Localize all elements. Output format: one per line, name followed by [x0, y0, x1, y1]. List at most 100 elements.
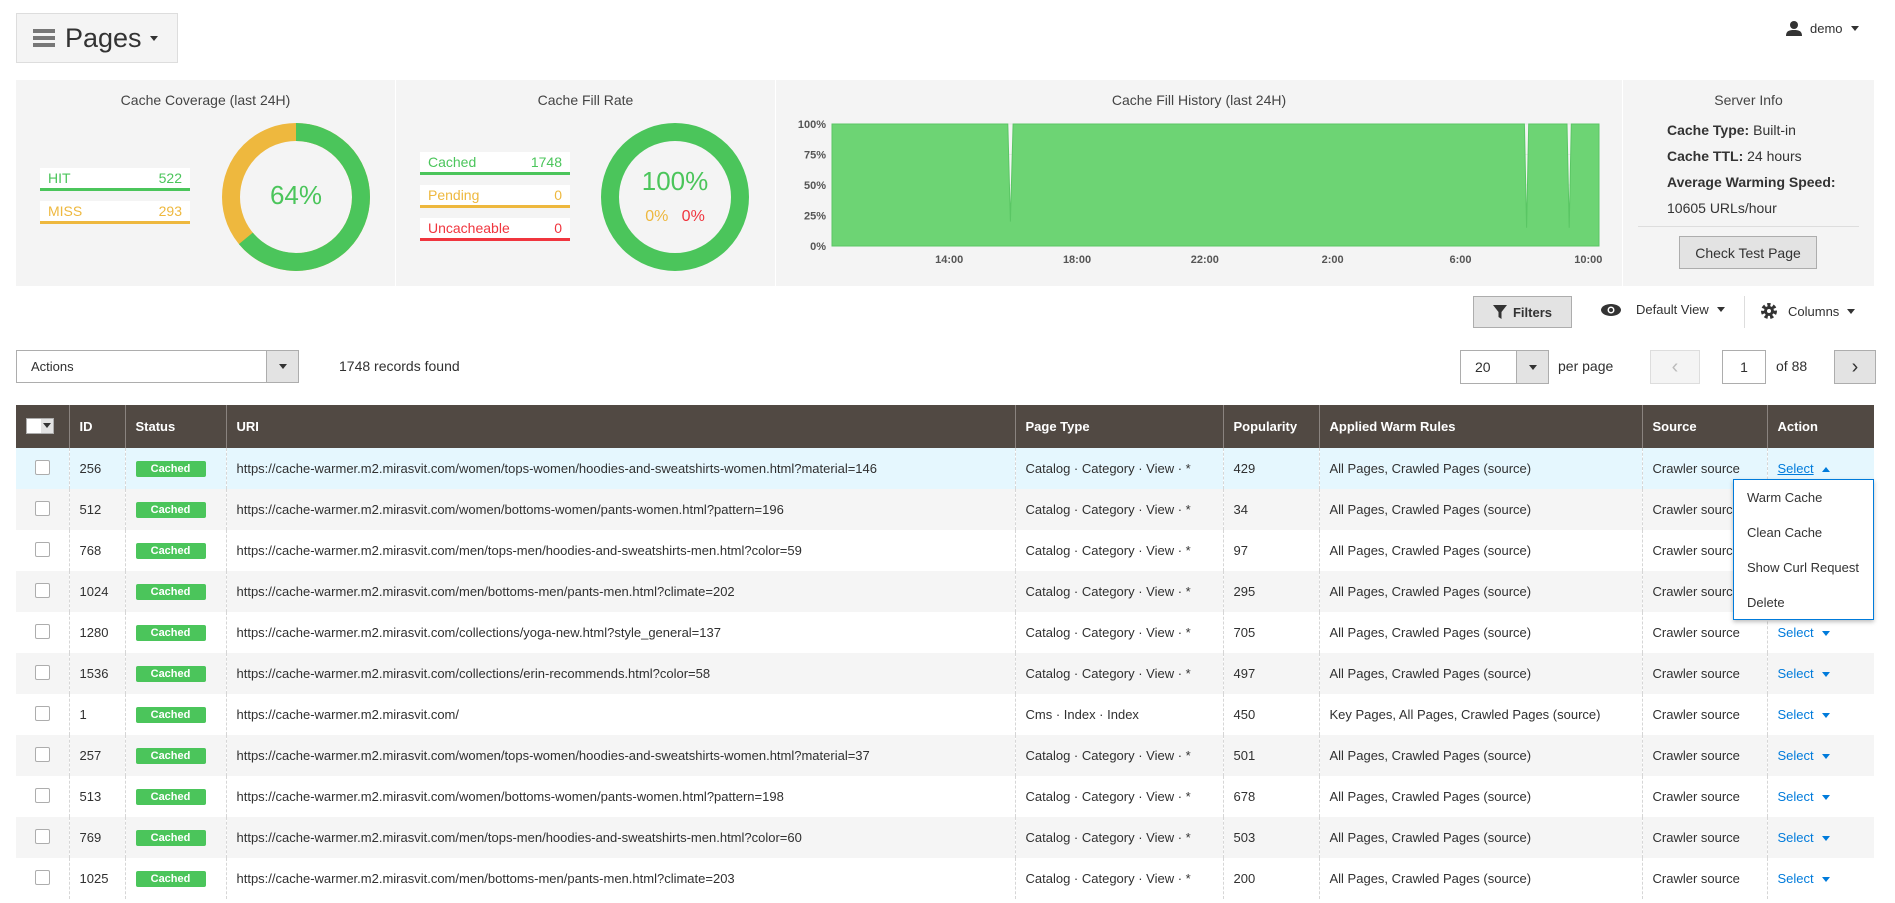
- uncacheable-percent: 0%: [681, 208, 705, 225]
- eye-icon: [1601, 303, 1621, 316]
- row-checkbox[interactable]: [34, 869, 50, 885]
- cell-id: 768: [68, 530, 125, 571]
- row-checkbox[interactable]: [34, 623, 50, 639]
- page-title: Pages: [65, 22, 142, 53]
- select-action-link[interactable]: Select: [1778, 748, 1830, 763]
- select-action-link[interactable]: Select: [1778, 789, 1830, 804]
- status-badge: Cached: [135, 830, 206, 846]
- cell-popularity: 295: [1222, 571, 1319, 612]
- table-row: 1025 Cached https://cache-warmer.m2.mirasv…: [16, 858, 1874, 899]
- select-action-link[interactable]: Select: [1778, 707, 1830, 722]
- cell-warm-rules: All Pages, Crawled Pages (source): [1318, 653, 1642, 694]
- row-checkbox-cell[interactable]: [16, 489, 69, 530]
- caret-down-icon: [1821, 631, 1830, 637]
- cell-popularity: 200: [1222, 858, 1319, 899]
- status-badge: Cached: [135, 543, 206, 559]
- cell-id: 1280: [68, 612, 125, 653]
- column-header-uri[interactable]: URI: [225, 405, 1015, 448]
- row-checkbox[interactable]: [34, 828, 50, 844]
- row-checkbox[interactable]: [34, 459, 50, 475]
- view-selector[interactable]: Default View: [1600, 302, 1725, 317]
- caret-down-icon: [1716, 307, 1725, 312]
- row-checkbox-cell[interactable]: [16, 448, 69, 489]
- row-checkbox[interactable]: [34, 787, 50, 803]
- row-checkbox[interactable]: [34, 746, 50, 762]
- cached-legend: Cached 1748: [420, 152, 570, 175]
- cell-status: Cached: [124, 448, 226, 489]
- next-page-button[interactable]: ›: [1834, 350, 1876, 384]
- fill-rate-sub: 0% 0%: [600, 208, 750, 226]
- row-checkbox[interactable]: [34, 664, 50, 680]
- previous-page-button[interactable]: ‹: [1650, 350, 1700, 384]
- column-header-warm-rules[interactable]: Applied Warm Rules: [1318, 405, 1642, 448]
- caret-down-icon: [1821, 672, 1830, 678]
- row-checkbox-cell[interactable]: [16, 612, 69, 653]
- cell-source: Crawler source: [1641, 858, 1767, 899]
- row-checkbox-cell[interactable]: [16, 653, 69, 694]
- row-checkbox-cell[interactable]: [16, 735, 69, 776]
- select-action-link[interactable]: Select: [1778, 666, 1830, 681]
- dropdown-arrow-icon: [266, 351, 298, 382]
- columns-selector[interactable]: Columns: [1760, 302, 1856, 320]
- row-checkbox[interactable]: [34, 705, 50, 721]
- actions-select[interactable]: Actions: [16, 350, 299, 383]
- select-action-link[interactable]: Select: [1778, 871, 1830, 886]
- per-page-select[interactable]: 20: [1460, 350, 1549, 384]
- column-header-source[interactable]: Source: [1641, 405, 1767, 448]
- cell-popularity: 497: [1222, 653, 1319, 694]
- menu-item-show-curl-request[interactable]: Show Curl Request: [1734, 550, 1873, 585]
- hit-legend: HIT 522: [40, 168, 190, 191]
- menu-item-delete[interactable]: Delete: [1734, 585, 1873, 620]
- row-checkbox[interactable]: [34, 500, 50, 516]
- cell-uri: https://cache-warmer.m2.mirasvit.com/wom…: [225, 735, 1015, 776]
- column-header-id[interactable]: ID: [68, 405, 125, 448]
- records-found: 1748 records found: [339, 358, 460, 374]
- row-checkbox-cell[interactable]: [16, 694, 69, 735]
- total-pages: of 88: [1776, 358, 1808, 374]
- row-checkbox-cell[interactable]: [16, 530, 69, 571]
- row-checkbox[interactable]: [34, 582, 50, 598]
- status-badge: Cached: [135, 871, 206, 887]
- mass-select[interactable]: [16, 405, 69, 448]
- cell-uri: https://cache-warmer.m2.mirasvit.com/men…: [225, 571, 1015, 612]
- cell-id: 1536: [68, 653, 125, 694]
- menu-item-clean-cache[interactable]: Clean Cache: [1734, 515, 1873, 550]
- fill-rate-percent: 100%: [641, 166, 709, 196]
- row-checkbox-cell[interactable]: [16, 858, 69, 899]
- pending-legend: Pending 0: [420, 185, 570, 208]
- column-header-page-type[interactable]: Page Type: [1014, 405, 1223, 448]
- cell-status: Cached: [124, 858, 226, 899]
- select-action-link[interactable]: Select: [1778, 830, 1830, 845]
- coverage-percent: 64%: [269, 180, 323, 210]
- select-action-link[interactable]: Select: [1778, 625, 1830, 640]
- select-action-link[interactable]: Select: [1778, 461, 1830, 476]
- status-badge: Cached: [135, 461, 206, 477]
- filters-button[interactable]: Filters: [1473, 296, 1572, 328]
- column-header-action[interactable]: Action: [1766, 405, 1874, 448]
- page-number-input[interactable]: 1: [1722, 350, 1766, 384]
- caret-down-icon: [1821, 795, 1830, 801]
- cell-source: Crawler source: [1641, 776, 1767, 817]
- row-checkbox[interactable]: [34, 541, 50, 557]
- column-header-popularity[interactable]: Popularity: [1222, 405, 1319, 448]
- row-checkbox-cell[interactable]: [16, 776, 69, 817]
- x-tick-label: 18:00: [1063, 254, 1091, 266]
- cell-warm-rules: Key Pages, All Pages, Crawled Pages (sou…: [1318, 694, 1642, 735]
- check-test-page-button[interactable]: Check Test Page: [1679, 236, 1817, 269]
- status-badge: Cached: [135, 584, 206, 600]
- menu-item-warm-cache[interactable]: Warm Cache: [1734, 480, 1873, 515]
- pages-menu-button[interactable]: Pages: [16, 13, 178, 63]
- row-checkbox-cell[interactable]: [16, 817, 69, 858]
- cell-source: Crawler source: [1641, 735, 1767, 776]
- cell-id: 256: [68, 448, 125, 489]
- row-checkbox-cell[interactable]: [16, 571, 69, 612]
- cell-status: Cached: [124, 817, 226, 858]
- cell-status: Cached: [124, 653, 226, 694]
- cell-status: Cached: [124, 735, 226, 776]
- caret-down-icon: [1821, 877, 1830, 883]
- column-header-status[interactable]: Status: [124, 405, 226, 448]
- filter-icon: [1492, 305, 1507, 319]
- user-icon: [1786, 21, 1802, 36]
- user-menu[interactable]: demo: [1786, 20, 1859, 36]
- caret-up-icon: [1821, 467, 1830, 473]
